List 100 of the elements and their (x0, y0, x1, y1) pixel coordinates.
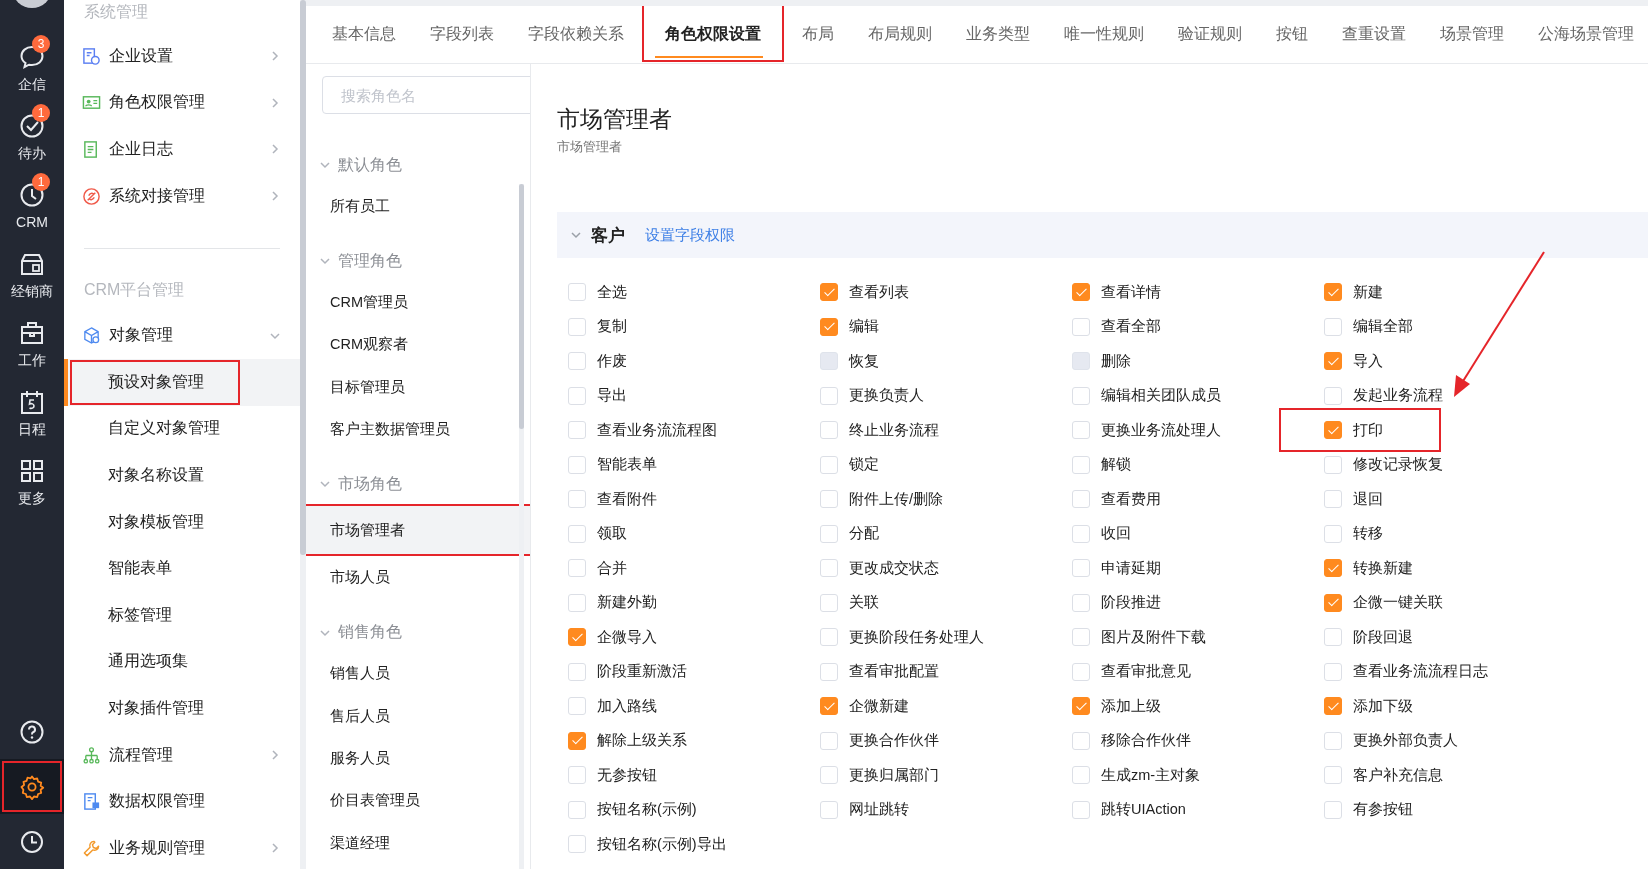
permission-option[interactable]: 全选 (568, 278, 627, 307)
permission-option[interactable]: 作废 (568, 347, 627, 376)
checkbox[interactable] (1324, 283, 1342, 302)
permission-option[interactable]: 终止业务流程 (820, 416, 939, 445)
submenu-item[interactable]: 标签管理 (64, 591, 300, 639)
permission-option[interactable]: 按钮名称(示例)导出 (568, 830, 727, 859)
permission-option[interactable]: 解锁 (1072, 450, 1131, 479)
permission-option[interactable]: 更换归属部门 (820, 761, 939, 790)
tab[interactable]: 字段列表 (413, 6, 511, 63)
checkbox[interactable] (1324, 559, 1342, 578)
rail-item[interactable]: CRM 1 (0, 171, 64, 240)
rail-button[interactable] (0, 759, 64, 814)
submenu-item[interactable]: 对象模板管理 (64, 498, 300, 546)
permission-option[interactable]: 更换业务流处理人 (1072, 416, 1221, 445)
permission-option[interactable]: 编辑相关团队成员 (1072, 381, 1221, 410)
menu-item[interactable]: 对象管理 (64, 312, 300, 359)
permission-option[interactable]: 查看费用 (1072, 485, 1161, 514)
permission-option[interactable]: 查看附件 (568, 485, 657, 514)
tab[interactable]: 布局规则 (851, 6, 949, 63)
permission-option[interactable]: 解除上级关系 (568, 726, 687, 755)
checkbox[interactable] (820, 283, 838, 302)
scrollbar-thumb[interactable] (300, 0, 306, 555)
permission-option[interactable]: 阶段回退 (1324, 623, 1413, 652)
permission-option[interactable]: 查看详情 (1072, 278, 1161, 307)
role-item[interactable]: CRM观察者 (306, 323, 530, 366)
scrollbar-thumb[interactable] (519, 184, 524, 429)
tab[interactable]: 唯一性规则 (1047, 6, 1161, 63)
permission-option[interactable]: 客户补充信息 (1324, 761, 1443, 790)
permission-option[interactable]: 锁定 (820, 450, 879, 479)
permission-option[interactable]: 阶段推进 (1072, 588, 1161, 617)
checkbox[interactable] (1324, 593, 1342, 612)
permission-option[interactable]: 生成zm-主对象 (1072, 761, 1201, 790)
role-item[interactable]: 服务人员 (306, 737, 530, 780)
permission-option[interactable]: 有参按钮 (1324, 795, 1413, 824)
checkbox[interactable] (1072, 283, 1090, 302)
checkbox[interactable] (820, 697, 838, 716)
permission-option[interactable]: 更换负责人 (820, 381, 924, 410)
role-item[interactable]: 销售人员 (306, 652, 530, 696)
permission-option[interactable]: 新建外勤 (568, 588, 657, 617)
submenu-item[interactable]: 对象插件管理 (64, 685, 300, 732)
rail-item[interactable]: 工作 (0, 309, 64, 378)
permission-option[interactable]: 智能表单 (568, 450, 657, 479)
permission-option[interactable]: 阶段重新激活 (568, 657, 687, 686)
rail-item[interactable]: 企信 3 (0, 33, 64, 102)
checkbox[interactable] (568, 628, 586, 647)
tab[interactable]: 查重设置 (1325, 6, 1423, 63)
tab[interactable]: 按钮 (1259, 6, 1325, 63)
permission-option[interactable]: 企微新建 (820, 692, 909, 721)
permission-option[interactable]: 附件上传/删除 (820, 485, 944, 514)
rail-item[interactable]: 经销商 (0, 240, 64, 309)
submenu-item[interactable]: 智能表单 (64, 545, 300, 592)
permission-option[interactable]: 导出 (568, 381, 627, 410)
checkbox[interactable] (1324, 421, 1342, 440)
permission-option[interactable]: 加入路线 (568, 692, 657, 721)
permission-option[interactable]: 发起业务流程 (1324, 381, 1443, 410)
permission-option[interactable]: 分配 (820, 519, 879, 548)
permission-option[interactable]: 更改成交状态 (820, 554, 939, 583)
rail-item[interactable]: 更多 (0, 447, 64, 516)
permission-option[interactable]: 关联 (820, 588, 879, 617)
submenu-item[interactable]: 预设对象管理 (64, 358, 300, 406)
submenu-item[interactable]: 自定义对象管理 (64, 405, 300, 453)
permission-option[interactable]: 申请延期 (1072, 554, 1161, 583)
rail-item[interactable]: 日程 (0, 378, 64, 447)
permission-option[interactable]: 导入 (1324, 347, 1383, 376)
permission-option[interactable]: 转换新建 (1324, 554, 1413, 583)
permission-option[interactable]: 查看审批意见 (1072, 657, 1191, 686)
permission-option[interactable]: 转移 (1324, 519, 1383, 548)
permission-option[interactable]: 按钮名称(示例) (568, 795, 697, 824)
permission-option[interactable]: 打印 (1281, 410, 1439, 451)
tab[interactable]: 场景管理 (1423, 6, 1521, 63)
permission-option[interactable]: 查看业务流流程日志 (1324, 657, 1488, 686)
permission-option[interactable]: 编辑 (820, 312, 879, 341)
permission-option[interactable]: 企微一键关联 (1324, 588, 1443, 617)
permission-option[interactable]: 更换阶段任务处理人 (820, 623, 984, 652)
permission-option[interactable]: 企微导入 (568, 623, 657, 652)
menu-item[interactable]: 企业设置 (64, 33, 300, 80)
role-item[interactable]: 价目表管理员 (306, 779, 530, 822)
permission-option[interactable]: 领取 (568, 519, 627, 548)
permission-option[interactable]: 编辑全部 (1324, 312, 1413, 341)
permission-option[interactable]: 移除合作伙伴 (1072, 726, 1191, 755)
role-item[interactable]: CRM管理员 (306, 281, 530, 324)
checkbox[interactable] (1324, 697, 1342, 716)
tab[interactable]: 字段依赖关系 (511, 6, 641, 63)
permission-option[interactable]: 退回 (1324, 485, 1383, 514)
permission-option[interactable]: 网址跳转 (820, 795, 909, 824)
menu-item[interactable]: 数据权限管理 (64, 778, 300, 825)
menu-item[interactable]: 角色权限管理 (64, 79, 300, 127)
permission-option[interactable]: 合并 (568, 554, 627, 583)
menu-item[interactable]: 企业日志 (64, 126, 300, 173)
checkbox[interactable] (820, 317, 838, 336)
permission-option[interactable]: 查看业务流流程图 (568, 416, 717, 445)
permission-option[interactable]: 无参按钮 (568, 761, 657, 790)
tab[interactable]: 业务类型 (949, 6, 1047, 63)
tab[interactable]: 基本信息 (315, 6, 413, 63)
checkbox[interactable] (1072, 697, 1090, 716)
menu-item[interactable]: 流程管理 (64, 731, 300, 779)
permission-option[interactable]: 添加上级 (1072, 692, 1161, 721)
role-item[interactable]: 目标管理员 (306, 365, 530, 409)
tab[interactable]: 布局 (785, 6, 851, 63)
permission-option[interactable]: 修改记录恢复 (1324, 450, 1443, 479)
